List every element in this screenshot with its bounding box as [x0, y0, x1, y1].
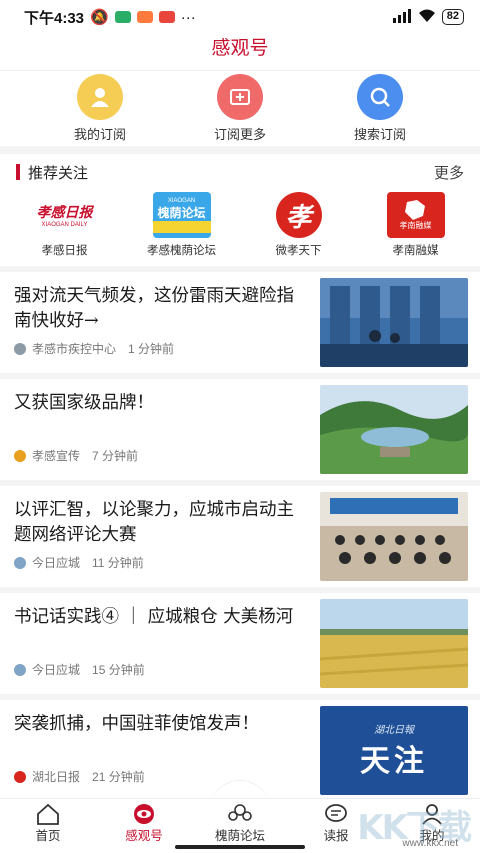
recommended-accounts: 孝感日报 XIAOGAN DAILY 孝感日报 XIAOGAN 槐荫论坛 孝感槐…: [0, 192, 480, 264]
nav-home[interactable]: 首页: [8, 803, 88, 844]
news-meta: 今日应城 11 分钟前: [14, 554, 144, 571]
wifi-icon: [418, 9, 436, 26]
recommend-title: 推荐关注: [28, 164, 89, 182]
news-item[interactable]: 书记话实践④ ｜ 应城粮仓 大美杨河 今日应城 15 分钟前: [0, 593, 480, 700]
home-icon: [35, 803, 61, 825]
huaiyin-forum-logo: XIAOGAN 槐荫论坛: [152, 192, 211, 238]
account-label: 孝感日报: [41, 245, 88, 257]
news-thumbnail: [320, 599, 468, 688]
news-time: 1 分钟前: [128, 342, 175, 356]
status-right: 82: [392, 8, 464, 26]
weibo-icon: [158, 11, 175, 23]
nav-label: 感观号: [125, 829, 163, 843]
recommend-header: 推荐关注 更多: [0, 158, 480, 186]
search-subscriptions-button[interactable]: 搜索订阅: [325, 74, 435, 144]
news-title: 强对流天气频发，这份雷雨天避险指南快收好→: [14, 286, 294, 331]
more-notifications-icon: ···: [180, 8, 196, 26]
news-time: 7 分钟前: [92, 449, 139, 463]
quick-label: 我的订阅: [73, 127, 126, 142]
news-meta: 孝感市疾控中心 1 分钟前: [14, 340, 174, 357]
news-thumbnail: 湖北日報 天注: [320, 706, 468, 795]
nav-huaiyin-forum[interactable]: 槐荫论坛: [200, 803, 280, 844]
weixiao-logo: 孝: [275, 192, 322, 238]
signal-icon: [392, 8, 412, 26]
news-title: 突袭抓捕，中国驻菲使馆发声！: [14, 714, 259, 734]
news-time: 15 分钟前: [92, 663, 145, 677]
news-meta: 今日应城 15 分钟前: [14, 661, 145, 678]
account-label: 孝感槐荫论坛: [147, 245, 216, 257]
mute-icon: 🔕: [90, 9, 109, 26]
taobao-icon: [136, 11, 153, 23]
xiaonan-media-logo: 孝南融媒: [386, 192, 445, 238]
home-indicator[interactable]: [175, 845, 305, 849]
account-label: 微孝天下: [275, 245, 322, 257]
account-weixiao-tianxia[interactable]: 孝 微孝天下: [244, 192, 354, 264]
newspaper-icon: [323, 803, 349, 825]
search-icon: [357, 74, 403, 120]
news-meta: 湖北日报 21 分钟前: [14, 768, 145, 785]
news-title: 书记话实践④ ｜ 应城粮仓 大美杨河: [14, 607, 294, 627]
add-subscribe-icon: [217, 74, 263, 120]
news-time: 11 分钟前: [92, 556, 144, 570]
quick-label: 订阅更多: [213, 127, 266, 142]
news-item[interactable]: 又获国家级品牌！ 孝感宣传 7 分钟前: [0, 379, 480, 486]
watermark-url: www.kkx.net: [402, 838, 458, 849]
my-subscriptions-button[interactable]: 我的订阅: [45, 74, 155, 144]
status-time: 下午4:33: [24, 9, 85, 27]
news-time: 21 分钟前: [92, 770, 145, 784]
nav-label: 槐荫论坛: [214, 829, 265, 843]
nav-label: 读报: [323, 829, 349, 843]
news-title: 又获国家级品牌！: [14, 393, 154, 413]
source-icon: [14, 770, 26, 783]
xiaogan-daily-logo: 孝感日报 XIAOGAN DAILY: [36, 205, 93, 228]
source-icon: [14, 663, 26, 676]
news-thumbnail: [320, 385, 468, 474]
news-thumbnail: [320, 278, 468, 367]
news-item[interactable]: 以评汇智，以论聚力，应城市启动主题网络评论大赛 今日应城 11 分钟前: [0, 486, 480, 593]
source-icon: [14, 342, 26, 355]
section-marker: [16, 164, 20, 180]
news-source: 今日应城: [32, 663, 81, 677]
wechat-icon: [114, 11, 131, 23]
more-link[interactable]: 更多: [434, 162, 464, 183]
news-source: 今日应城: [32, 556, 81, 570]
account-xiaogan-daily[interactable]: 孝感日报 XIAOGAN DAILY 孝感日报: [10, 192, 120, 264]
eye-icon: [131, 803, 157, 825]
page-title: 感观号: [211, 37, 269, 59]
header-divider: [0, 70, 480, 71]
source-icon: [14, 449, 26, 462]
subscribe-more-button[interactable]: 订阅更多: [185, 74, 295, 144]
nav-ganguanhao[interactable]: 感观号: [104, 803, 184, 844]
news-thumbnail: [320, 492, 468, 581]
section-gap: [0, 146, 480, 154]
forum-icon: [227, 803, 253, 825]
news-list: 强对流天气频发，这份雷雨天避险指南快收好→ 孝感市疾控中心 1 分钟前 又获国家…: [0, 272, 480, 807]
news-source: 孝感宣传: [32, 449, 81, 463]
status-bar: 下午4:33 🔕 ··· 82: [0, 0, 480, 34]
status-notification-icons: 🔕 ···: [90, 8, 196, 27]
user-icon: [77, 74, 123, 120]
nav-label: 首页: [35, 829, 61, 843]
account-xiaonan-media[interactable]: 孝南融媒 孝南融媒: [361, 192, 471, 264]
account-label: 孝南融媒: [392, 245, 439, 257]
news-source: 湖北日报: [32, 770, 81, 784]
news-source: 孝感市疾控中心: [32, 342, 117, 356]
news-item[interactable]: 强对流天气频发，这份雷雨天避险指南快收好→ 孝感市疾控中心 1 分钟前: [0, 272, 480, 379]
quick-actions: 我的订阅 订阅更多 搜索订阅: [0, 74, 480, 144]
news-title: 以评汇智，以论聚力，应城市启动主题网络评论大赛: [14, 500, 294, 545]
news-meta: 孝感宣传 7 分钟前: [14, 447, 138, 464]
account-huaiyin-forum[interactable]: XIAOGAN 槐荫论坛 孝感槐荫论坛: [127, 192, 237, 264]
quick-label: 搜索订阅: [353, 127, 406, 142]
battery-indicator: 82: [441, 9, 464, 25]
source-icon: [14, 556, 26, 569]
